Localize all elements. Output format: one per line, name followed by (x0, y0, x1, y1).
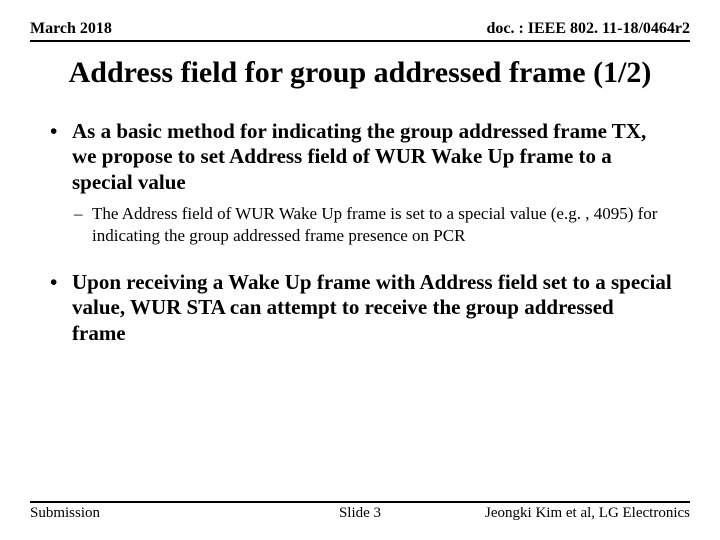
footer-rule (30, 501, 690, 503)
bullet-text: As a basic method for indicating the gro… (72, 119, 646, 194)
slide-title: Address field for group addressed frame … (30, 56, 690, 91)
spacer (48, 256, 672, 270)
slide-header: March 2018 doc. : IEEE 802. 11-18/0464r2 (30, 20, 690, 38)
sub-bullet-item: The Address field of WUR Wake Up frame i… (72, 203, 672, 246)
footer-left: Submission (30, 505, 250, 522)
header-date: March 2018 (30, 20, 112, 38)
sub-bullet-list: The Address field of WUR Wake Up frame i… (72, 203, 672, 246)
footer-row: Submission Slide 3 Jeongki Kim et al, LG… (30, 505, 690, 522)
bullet-list: Upon receiving a Wake Up frame with Addr… (48, 270, 672, 347)
slide: March 2018 doc. : IEEE 802. 11-18/0464r2… (0, 0, 720, 540)
header-docref: doc. : IEEE 802. 11-18/0464r2 (486, 20, 690, 38)
bullet-item: Upon receiving a Wake Up frame with Addr… (48, 270, 672, 347)
sub-bullet-text: The Address field of WUR Wake Up frame i… (92, 204, 657, 244)
bullet-text: Upon receiving a Wake Up frame with Addr… (72, 270, 672, 345)
bullet-item: As a basic method for indicating the gro… (48, 119, 672, 246)
slide-body: As a basic method for indicating the gro… (30, 119, 690, 347)
footer-center: Slide 3 (250, 505, 470, 522)
slide-footer: Submission Slide 3 Jeongki Kim et al, LG… (30, 501, 690, 522)
bullet-list: As a basic method for indicating the gro… (48, 119, 672, 246)
footer-right: Jeongki Kim et al, LG Electronics (470, 505, 690, 522)
header-rule (30, 40, 690, 42)
